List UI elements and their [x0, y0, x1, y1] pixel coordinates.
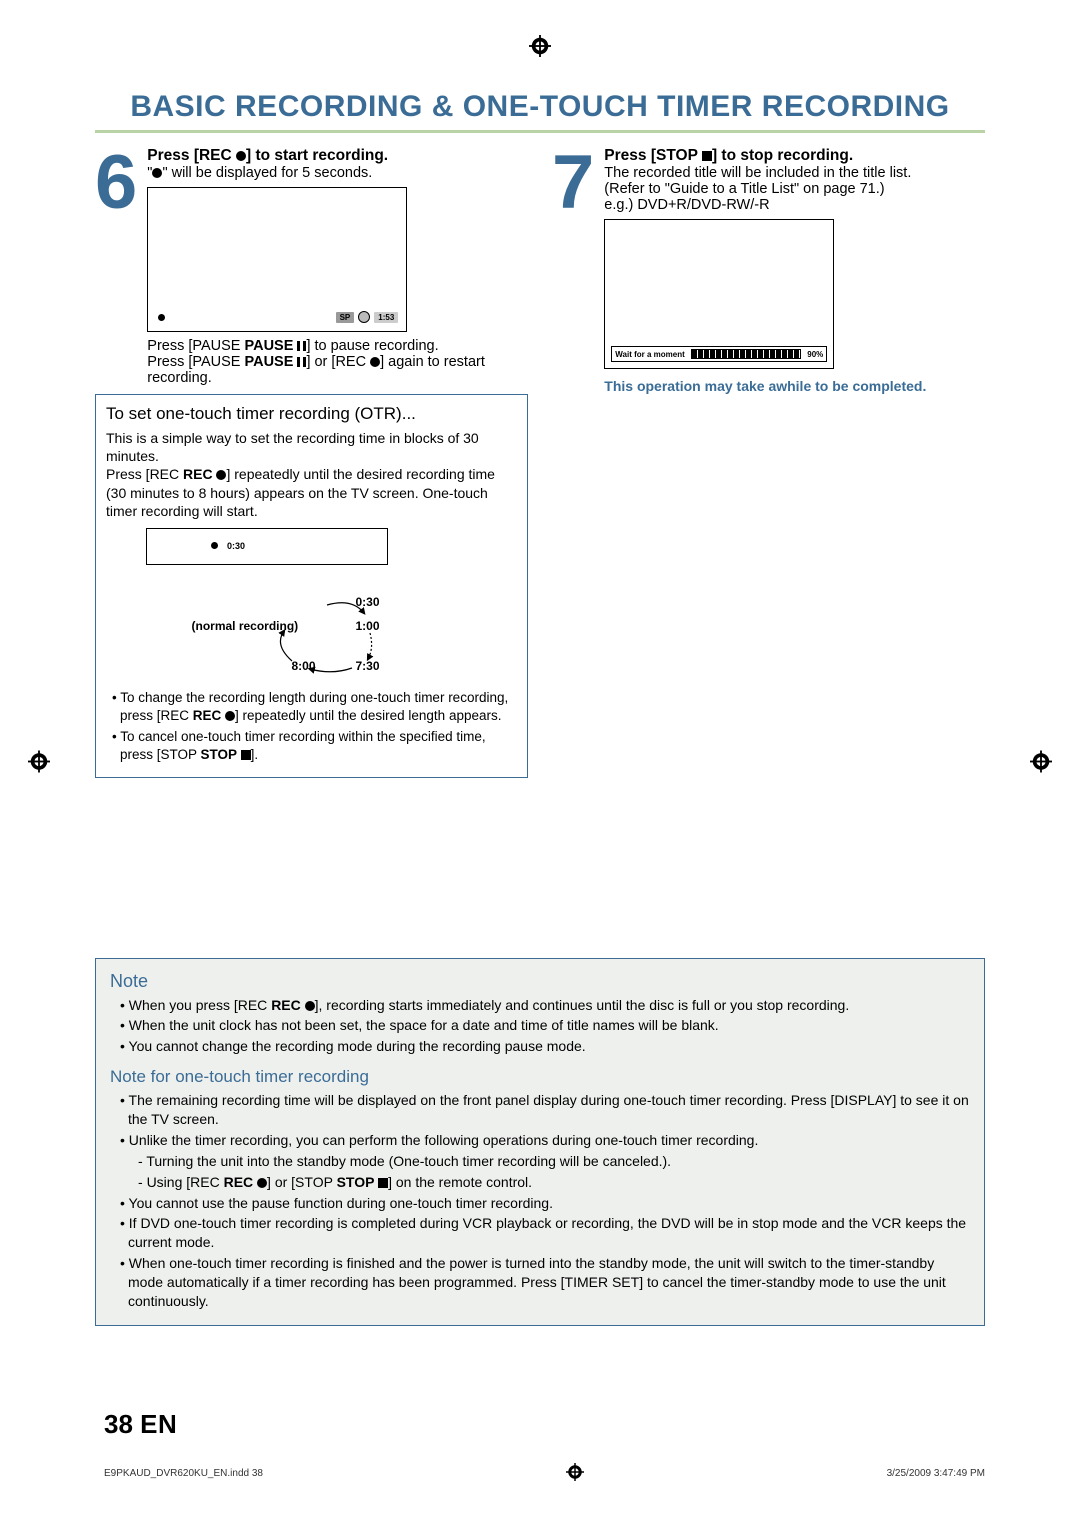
right-column: 7 Press [STOP ] to stop recording. The r…: [552, 147, 985, 778]
sub-note-title: Note for one-touch timer recording: [110, 1066, 970, 1089]
text: ] to start recording.: [246, 147, 388, 164]
disc-icon: [358, 311, 370, 323]
text: To cancel one-touch timer recording with…: [120, 729, 486, 762]
stop-icon: [702, 151, 712, 161]
text: ] or [STOP: [267, 1174, 337, 1190]
text: When you press [REC: [129, 997, 271, 1013]
record-icon: [305, 1001, 315, 1011]
file-date: 3/25/2009 3:47:49 PM: [887, 1468, 985, 1479]
file-path: E9PKAUD_DVR620KU_EN.indd 38: [104, 1468, 263, 1479]
step-6-heading: Press [REC ] to start recording.: [147, 147, 528, 165]
otr-box: To set one-touch timer recording (OTR)..…: [95, 394, 528, 778]
otr-bullet-2: To cancel one-touch timer recording with…: [112, 728, 517, 763]
screen-preview-7: Wait for a moment 90%: [604, 219, 834, 369]
cycle-800: 8:00: [292, 659, 316, 675]
time-chip: 1:53: [374, 312, 398, 323]
step-7-l1: The recorded title will be included in t…: [604, 165, 985, 181]
pause-icon: [297, 357, 306, 367]
text: Press [REC: [147, 147, 236, 164]
step-6-number: 6: [95, 153, 137, 386]
record-icon: [152, 168, 162, 178]
otr-inner-time: 0:30: [227, 541, 245, 553]
page-footer: 38 EN: [104, 1409, 177, 1440]
cycle-030: 0:30: [356, 595, 380, 611]
text: ] to pause recording.: [306, 338, 438, 354]
cycle-diagram: (normal recording) 0:30 1:00 7:30 8:00: [192, 573, 432, 683]
sp-chip: SP: [336, 312, 355, 323]
pause-instruction: Press [PAUSE PAUSE ] to pause recording.: [147, 338, 528, 354]
record-icon: [370, 357, 380, 367]
note-s2a: Turning the unit into the standby mode (…: [138, 1152, 970, 1171]
text: ] or [REC: [306, 354, 370, 370]
note-s2: Unlike the timer recording, you can perf…: [120, 1131, 970, 1192]
stop-icon: [241, 750, 251, 760]
step-7-number: 7: [552, 153, 594, 395]
step-7-heading: Press [STOP ] to stop recording.: [604, 147, 985, 165]
progress-bar: [691, 349, 802, 359]
page-lang: EN: [140, 1409, 177, 1439]
screen-preview-6: SP 1:53: [147, 187, 407, 332]
otr-bullet-1: To change the recording length during on…: [112, 689, 517, 724]
wait-label: Wait for a moment: [615, 350, 684, 359]
note-s3: You cannot use the pause function during…: [120, 1194, 970, 1213]
otr-title: To set one-touch timer recording (OTR)..…: [106, 403, 517, 425]
pause-icon: [297, 341, 306, 351]
record-icon: [236, 151, 246, 161]
text: ] to stop recording.: [712, 147, 853, 164]
note-title: Note: [110, 969, 970, 993]
cycle-730: 7:30: [356, 659, 380, 675]
text: " will be displayed for 5 seconds.: [162, 165, 372, 181]
text: ] repeatedly until the desired length ap…: [235, 708, 501, 723]
step-7-l3: e.g.) DVD+R/DVD-RW/-R: [604, 197, 985, 213]
warning-text: This operation may take awhile to be com…: [604, 377, 985, 395]
note-box: Note When you press [REC REC ], recordin…: [95, 958, 985, 1326]
record-icon: [225, 711, 235, 721]
text: ], recording starts immediately and cont…: [315, 997, 850, 1013]
cycle-normal: (normal recording): [192, 619, 299, 635]
stop-icon: [378, 1178, 388, 1188]
step-6-line2: "" will be displayed for 5 seconds.: [147, 165, 528, 181]
page-number: 38: [104, 1409, 133, 1439]
otr-bullets: To change the recording length during on…: [106, 689, 517, 763]
text: Press [PAUSE: [147, 354, 244, 370]
step-7-l2: (Refer to "Guide to a Title List" on pag…: [604, 181, 985, 197]
note-s5: When one-touch timer recording is finish…: [120, 1254, 970, 1311]
text: ].: [251, 747, 259, 762]
record-icon: [216, 470, 226, 480]
text: Press [REC: [106, 466, 183, 482]
text: Unlike the timer recording, you can perf…: [129, 1132, 759, 1148]
text: ] on the remote control.: [388, 1174, 532, 1190]
text: Using [REC: [147, 1174, 224, 1190]
otr-p1: This is a simple way to set the recordin…: [106, 429, 517, 465]
note-s2b: Using [REC REC ] or [STOP STOP ] on the …: [138, 1173, 970, 1192]
text: Press [PAUSE: [147, 338, 244, 354]
step-7: 7 Press [STOP ] to stop recording. The r…: [552, 147, 985, 395]
left-column: 6 Press [REC ] to start recording. "" wi…: [95, 147, 528, 778]
text: Press [STOP: [604, 147, 702, 164]
note-n1: When you press [REC REC ], recording sta…: [120, 996, 970, 1015]
step-6: 6 Press [REC ] to start recording. "" wi…: [95, 147, 528, 386]
note-n3: You cannot change the recording mode dur…: [120, 1037, 970, 1056]
otr-p2: Press [REC REC ] repeatedly until the de…: [106, 465, 517, 520]
record-icon: [257, 1178, 267, 1188]
record-dot-icon: [158, 314, 165, 321]
page-title: BASIC RECORDING & ONE-TOUCH TIMER RECORD…: [95, 90, 985, 133]
otr-inner-screen: 0:30: [146, 528, 388, 565]
note-n2: When the unit clock has not been set, th…: [120, 1016, 970, 1035]
text: The remaining recording time will be dis…: [128, 1092, 969, 1127]
note-s1: The remaining recording time will be dis…: [120, 1091, 970, 1129]
progress-pct: 90%: [807, 350, 823, 359]
crop-mark-bottom-icon: [566, 1463, 584, 1484]
restart-instruction: Press [PAUSE PAUSE ] or [REC ] again to …: [147, 354, 528, 386]
pause-label: PAUSE: [245, 338, 298, 354]
note-s4: If DVD one-touch timer recording is comp…: [120, 1214, 970, 1252]
cycle-100: 1:00: [356, 619, 380, 635]
record-dot-icon: [211, 542, 218, 549]
